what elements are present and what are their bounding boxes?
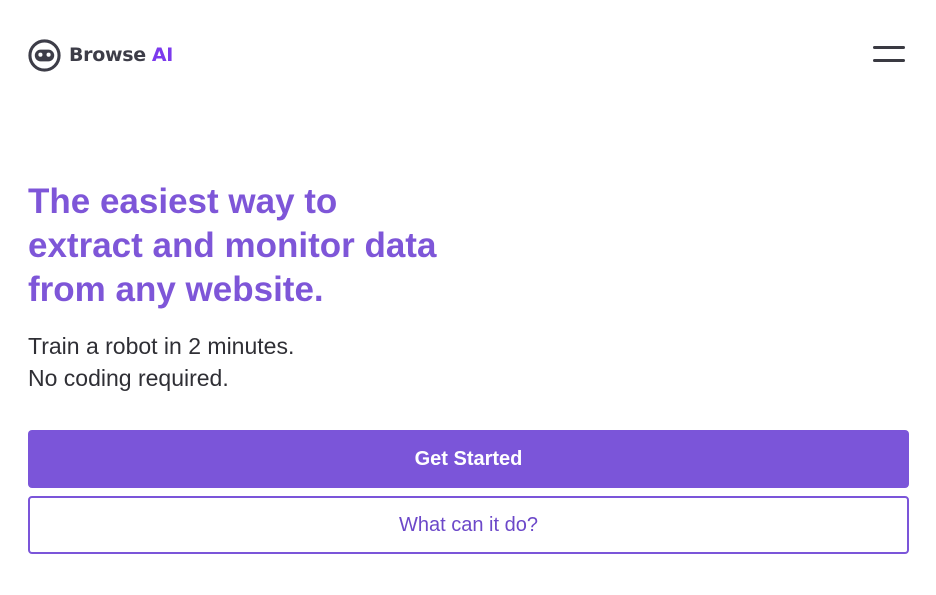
menu-bar	[873, 46, 905, 49]
hero-subtitle-line: Train a robot in 2 minutes.	[28, 333, 295, 359]
hero-headline: The easiest way to extract and monitor d…	[28, 180, 508, 312]
get-started-button[interactable]: Get Started	[28, 430, 909, 488]
hero-subtitle-line: No coding required.	[28, 365, 229, 391]
brand-name-ai: AI	[151, 43, 174, 66]
hero-subtitle: Train a robot in 2 minutes. No coding re…	[28, 330, 294, 394]
site-header: Browse AI	[0, 0, 936, 110]
hero-headline-line: from any website.	[28, 270, 324, 309]
brand-name-browse: Browse	[69, 43, 146, 66]
brand-name: Browse AI	[69, 39, 173, 72]
hero-headline-line: The easiest way to	[28, 182, 338, 221]
browse-ai-logo[interactable]: Browse AI	[28, 38, 173, 72]
what-can-it-do-button[interactable]: What can it do?	[28, 496, 909, 554]
menu-bar	[873, 59, 905, 62]
hero-headline-line: extract and monitor data	[28, 226, 437, 265]
hamburger-menu-icon[interactable]	[868, 40, 910, 70]
robot-face-icon	[28, 38, 61, 72]
